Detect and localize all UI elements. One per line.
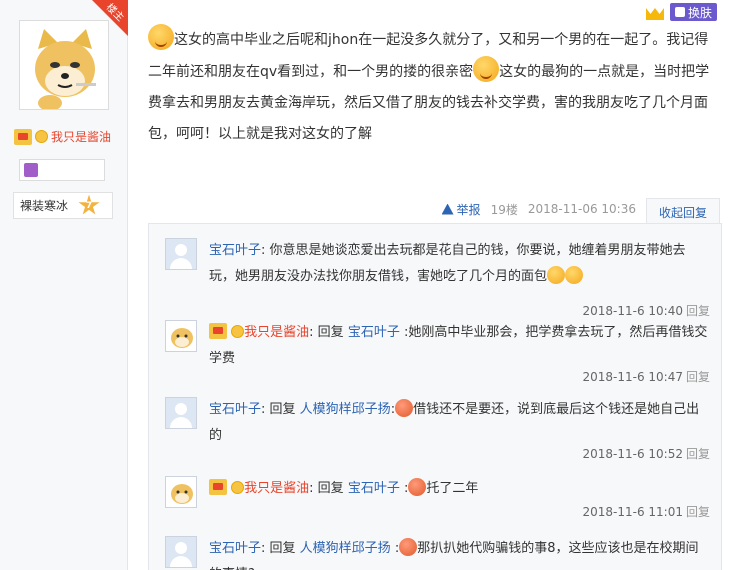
reply-meta: 2018-11-6 10:40 回复 bbox=[582, 302, 710, 319]
reply-time: 2018-11-6 10:52 bbox=[582, 447, 683, 461]
reply-button[interactable]: 回复 bbox=[686, 505, 710, 519]
reply-username[interactable]: 我只是酱油 bbox=[244, 481, 309, 496]
reply-meta: 2018-11-6 10:52 回复 bbox=[582, 445, 710, 462]
reply-meta: 2018-11-6 10:47 回复 bbox=[582, 368, 710, 385]
reply-text: : 你意思是她谈恋爱出去玩都是花自己的钱，你要说，她缠着男朋友带她去玩，她男朋友… bbox=[209, 243, 686, 284]
author-username[interactable]: 我只是酱油 bbox=[51, 128, 111, 145]
skin-button[interactable]: 换肤 bbox=[670, 3, 718, 21]
reply-connector: : 回复 bbox=[261, 541, 300, 556]
smile-icon bbox=[231, 325, 245, 338]
angry-emoji-icon bbox=[408, 478, 427, 496]
vip-crown-icon bbox=[209, 323, 227, 339]
reply-target[interactable]: 人模狗样邱子扬 bbox=[300, 402, 391, 417]
reply-connector: : 回复 bbox=[309, 325, 348, 340]
author-sidebar: 楼主 我只是酱油 裸装寒冰 7 bbox=[0, 0, 128, 570]
vip-crown-icon bbox=[14, 128, 32, 145]
shirt-icon bbox=[675, 7, 685, 17]
reply-target[interactable]: 人模狗样邱子扬 bbox=[300, 541, 391, 556]
user-avatar[interactable] bbox=[165, 320, 197, 352]
user-avatar[interactable] bbox=[165, 238, 197, 270]
level-number: 7 bbox=[85, 200, 93, 211]
author-avatar[interactable] bbox=[19, 20, 109, 110]
report-label: 举报 bbox=[456, 202, 481, 217]
reply-body: 宝石叶子: 回复 人模狗样邱子扬: 借钱还不是要还，说到底最后这个钱还是她自己出的 bbox=[209, 397, 709, 449]
level-star-icon: 7 bbox=[78, 194, 100, 215]
reply-time: 2018-11-6 10:47 bbox=[582, 370, 683, 384]
report-link[interactable]: 举报 bbox=[441, 201, 481, 218]
reply-body: 我只是酱油: 回复 宝石叶子 :她刚高中毕业那会，把学费拿去玩了，然后再借钱交学… bbox=[209, 320, 709, 372]
reply-username[interactable]: 我只是酱油 bbox=[244, 325, 309, 340]
user-avatar[interactable] bbox=[165, 536, 197, 568]
shiba-dog-icon bbox=[20, 21, 108, 109]
reply-time: 2018-11-6 10:40 bbox=[582, 304, 683, 318]
reply-time: 2018-11-6 11:01 bbox=[582, 505, 683, 519]
reply-body: 宝石叶子: 回复 人模狗样邱子扬 : 那扒扒她代购骗钱的事8，这些应该也是在校期间… bbox=[209, 536, 709, 570]
level-badge[interactable]: 裸装寒冰 7 bbox=[13, 192, 113, 219]
reply-connector: : 回复 bbox=[309, 481, 348, 496]
reply-button[interactable]: 回复 bbox=[686, 304, 710, 318]
warning-icon bbox=[441, 203, 454, 215]
reply-body: 我只是酱油: 回复 宝石叶子 : 托了二年 bbox=[209, 476, 709, 502]
smile-emoji-icon bbox=[473, 56, 500, 82]
crown-icon[interactable] bbox=[644, 2, 666, 22]
tieba-icon bbox=[24, 163, 38, 177]
angry-emoji-icon bbox=[395, 399, 414, 417]
author-name-row[interactable]: 我只是酱油 bbox=[14, 128, 111, 145]
smile-emoji-icon bbox=[547, 266, 566, 284]
reply-list: 宝石叶子: 你意思是她谈恋爱出去玩都是花自己的钱，你要说，她缠着男朋友带她去玩，… bbox=[148, 223, 722, 570]
shiba-dog-icon bbox=[166, 477, 196, 507]
shiba-dog-icon bbox=[166, 321, 196, 351]
smile-emoji-icon bbox=[148, 24, 174, 50]
reply-meta: 2018-11-6 11:01 回复 bbox=[582, 503, 710, 520]
reply-username[interactable]: 宝石叶子 bbox=[209, 243, 261, 258]
smile-icon bbox=[231, 481, 245, 494]
reply-username[interactable]: 宝石叶子 bbox=[209, 541, 261, 556]
post-meta: 举报 19楼 2018-11-06 10:36 收起回复 bbox=[441, 198, 720, 226]
smile-emoji-icon bbox=[565, 266, 584, 284]
reply-text: 托了二年 bbox=[426, 481, 479, 496]
reply-username[interactable]: 宝石叶子 bbox=[209, 402, 261, 417]
post-content: 这女的高中毕业之后呢和jhon在一起没多久就分了，又和另一个男的在一起了。我记得… bbox=[148, 24, 722, 150]
reply-body: 宝石叶子: 你意思是她谈恋爱出去玩都是花自己的钱，你要说，她缠着男朋友带她去玩，… bbox=[209, 238, 709, 290]
floor-number: 19楼 bbox=[490, 202, 518, 217]
level-name: 裸装寒冰 bbox=[20, 199, 69, 213]
user-avatar[interactable] bbox=[165, 397, 197, 429]
reply-colon: : bbox=[390, 541, 400, 556]
tbean-box[interactable] bbox=[19, 159, 105, 181]
post-time: 2018-11-06 10:36 bbox=[527, 202, 636, 216]
reply-target[interactable]: 宝石叶子 bbox=[348, 325, 400, 340]
angry-emoji-icon bbox=[399, 538, 418, 556]
collapse-replies-button[interactable]: 收起回复 bbox=[645, 198, 720, 226]
reply-button[interactable]: 回复 bbox=[686, 370, 710, 384]
smile-icon bbox=[35, 130, 48, 143]
reply-button[interactable]: 回复 bbox=[686, 447, 710, 461]
reply-colon: : bbox=[399, 481, 409, 496]
vip-crown-icon bbox=[209, 479, 227, 495]
user-avatar[interactable] bbox=[165, 476, 197, 508]
top-right-tools: 换肤 bbox=[634, 0, 734, 24]
reply-target[interactable]: 宝石叶子 bbox=[348, 481, 400, 496]
skin-button-label: 换肤 bbox=[688, 5, 713, 20]
reply-connector: : 回复 bbox=[261, 402, 300, 417]
